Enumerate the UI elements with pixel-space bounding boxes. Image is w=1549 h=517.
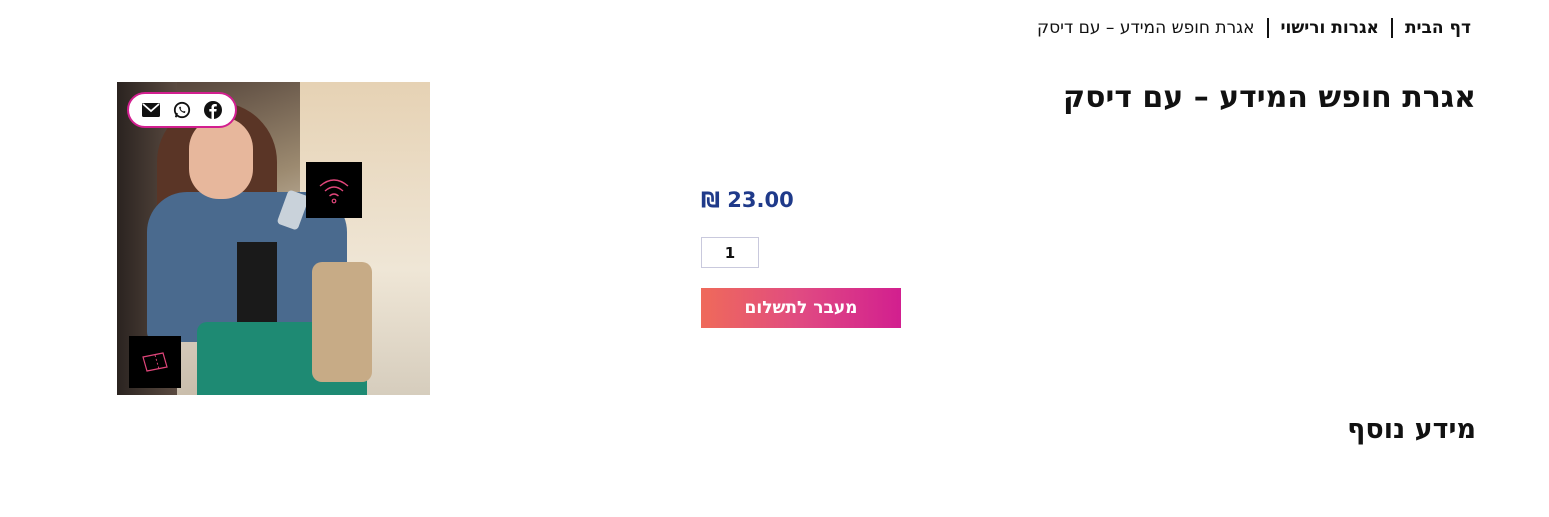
product-price: ₪ 23.00	[701, 188, 794, 212]
breadcrumb-home[interactable]: דף הבית	[1405, 18, 1471, 38]
quantity-input[interactable]	[701, 237, 759, 268]
share-buttons	[127, 92, 237, 128]
breadcrumb-current: אגרת חופש המידע – עם דיסק	[1037, 18, 1255, 38]
product-image	[117, 82, 430, 395]
breadcrumb: דף הבית אגרות ורישוי אגרת חופש המידע – ע…	[1037, 16, 1471, 40]
wifi-icon	[306, 162, 362, 218]
checkout-button[interactable]: מעבר לתשלום	[701, 288, 901, 328]
breadcrumb-separator	[1266, 18, 1269, 38]
facebook-icon[interactable]	[202, 99, 224, 121]
additional-info-title: מידע נוסף	[1347, 414, 1476, 445]
product-title: אגרת חופש המידע – עם דיסק	[1063, 80, 1476, 115]
ticket-icon	[129, 336, 181, 388]
email-icon[interactable]	[140, 99, 162, 121]
whatsapp-icon[interactable]	[171, 99, 193, 121]
breadcrumb-separator	[1390, 18, 1393, 38]
breadcrumb-category[interactable]: אגרות ורישוי	[1281, 18, 1379, 38]
